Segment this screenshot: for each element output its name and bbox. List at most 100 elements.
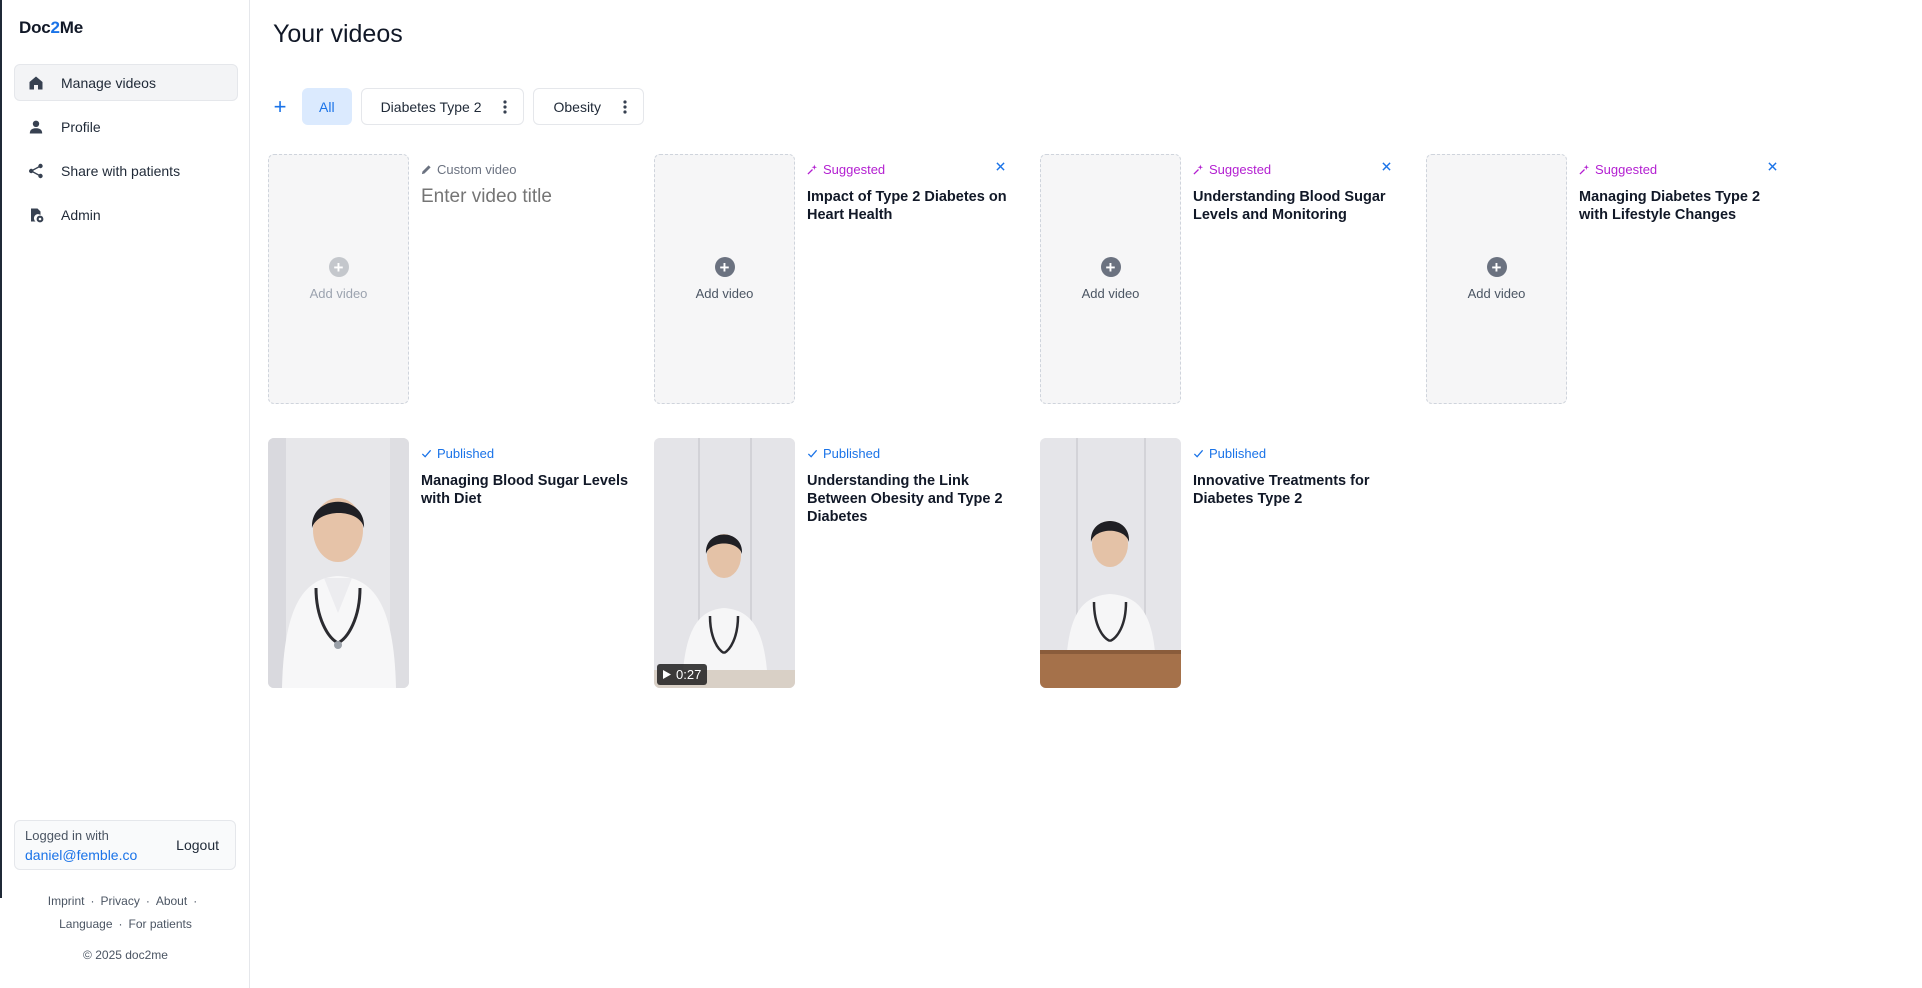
app-logo[interactable]: Doc2Me <box>19 18 83 38</box>
video-title: Managing Blood Sugar Levels with Diet <box>421 473 629 507</box>
status-badge: Published <box>1193 444 1403 462</box>
video-card-suggested: + Add video Suggested Impact of Type 2 D… <box>654 154 1024 404</box>
video-card-suggested: + Add video Suggested Managing Diabetes … <box>1426 154 1796 404</box>
sidebar-item-manage-videos[interactable]: Manage videos <box>14 64 238 101</box>
doctor-at-desk-image <box>1040 438 1181 688</box>
status-badge: Suggested <box>1193 160 1403 178</box>
close-icon[interactable] <box>1764 158 1780 174</box>
add-category-button[interactable]: + <box>266 88 294 125</box>
tab-obesity[interactable]: Obesity <box>533 88 644 125</box>
person-icon <box>27 118 45 136</box>
footer-separator: · <box>145 894 150 908</box>
more-vert-icon[interactable] <box>495 97 515 117</box>
share-icon <box>27 162 45 180</box>
add-video-button[interactable]: + Add video <box>268 154 409 404</box>
add-video-button[interactable]: + Add video <box>1426 154 1567 404</box>
more-vert-icon[interactable] <box>615 97 635 117</box>
add-circle-icon: + <box>328 257 349 277</box>
add-video-button[interactable]: + Add video <box>1040 154 1181 404</box>
add-circle-icon: + <box>1486 257 1507 277</box>
card-meta: Suggested Impact of Type 2 Diabetes on H… <box>807 160 1017 224</box>
video-title: Innovative Treatments for Diabetes Type … <box>1193 473 1370 507</box>
sparkle-wand-icon <box>1579 163 1590 175</box>
video-title: Understanding the Link Between Obesity a… <box>807 473 1003 525</box>
status-label: Published <box>437 445 495 461</box>
status-label: Custom video <box>437 161 517 177</box>
sidebar-nav: Manage videos Profile Share with patient… <box>14 64 238 240</box>
add-circle-icon: + <box>1100 257 1121 277</box>
footer-separator: · <box>193 894 198 908</box>
video-title-input[interactable] <box>421 186 621 208</box>
status-badge: Suggested <box>807 160 1017 178</box>
video-title: Understanding Blood Sugar Levels and Mon… <box>1193 189 1386 223</box>
video-thumbnail[interactable] <box>1040 438 1181 688</box>
status-label: Suggested <box>823 161 886 177</box>
close-icon[interactable] <box>992 158 1008 174</box>
check-icon <box>421 448 432 459</box>
video-card-published: Published Managing Blood Sugar Levels wi… <box>268 438 638 688</box>
doctor-portrait-image <box>268 438 409 688</box>
home-icon <box>27 74 45 92</box>
tab-all[interactable]: All <box>302 88 352 125</box>
status-badge: Suggested <box>1579 160 1789 178</box>
sidebar-item-share-with-patients[interactable]: Share with patients <box>14 152 238 189</box>
card-meta: Suggested Managing Diabetes Type 2 with … <box>1579 160 1789 224</box>
page-title: Your videos <box>273 20 403 48</box>
card-meta: Published Innovative Treatments for Diab… <box>1193 444 1403 508</box>
sidebar-item-label: Profile <box>61 118 101 135</box>
tab-diabetes-type-2[interactable]: Diabetes Type 2 <box>360 88 525 125</box>
add-video-label: Add video <box>309 286 368 301</box>
status-badge: Published <box>807 444 1017 462</box>
duration-label: 0:27 <box>676 667 702 682</box>
logout-button[interactable]: Logout <box>176 837 219 853</box>
sidebar-item-admin[interactable]: Admin <box>14 196 238 233</box>
footer-link-imprint[interactable]: Imprint <box>48 894 85 908</box>
video-card-suggested: + Add video Suggested Understanding Bloo… <box>1040 154 1410 404</box>
sidebar-item-label: Manage videos <box>61 74 156 91</box>
card-meta: Published Understanding the Link Between… <box>807 444 1017 526</box>
video-thumbnail[interactable] <box>268 438 409 688</box>
footer-link-for-patients[interactable]: For patients <box>129 917 192 931</box>
category-tabs: + All Diabetes Type 2 Obesity <box>266 88 653 125</box>
close-icon[interactable] <box>1378 158 1394 174</box>
status-label: Suggested <box>1209 161 1272 177</box>
sidebar-footer: Imprint · Privacy · About · Language · For pati… <box>2 890 249 936</box>
check-icon <box>1193 448 1204 459</box>
footer-separator: · <box>90 894 95 908</box>
play-icon <box>663 670 671 679</box>
add-circle-icon: + <box>714 257 735 277</box>
status-badge: Published <box>421 444 631 462</box>
video-title: Managing Diabetes Type 2 with Lifestyle … <box>1579 189 1761 223</box>
doctor-seated-image <box>654 438 795 688</box>
status-label: Published <box>823 445 881 461</box>
video-thumbnail[interactable]: 0:27 <box>654 438 795 688</box>
sidebar: Doc2Me Manage videos Profile Share with … <box>2 0 250 988</box>
footer-link-privacy[interactable]: Privacy <box>100 894 139 908</box>
card-meta: Published Managing Blood Sugar Levels wi… <box>421 444 631 508</box>
login-info: Logged in with daniel@femble.co Logout <box>14 820 236 870</box>
sparkle-wand-icon <box>807 163 818 175</box>
card-meta: Custom video <box>421 160 631 208</box>
sidebar-item-profile[interactable]: Profile <box>14 108 238 145</box>
tab-label: Obesity <box>553 98 601 115</box>
video-card-custom: + Add video Custom video <box>268 154 638 404</box>
card-meta: Suggested Understanding Blood Sugar Leve… <box>1193 160 1403 224</box>
status-label: Suggested <box>1595 161 1658 177</box>
sidebar-item-label: Share with patients <box>61 162 181 179</box>
video-card-published: Published Innovative Treatments for Diab… <box>1040 438 1410 688</box>
sidebar-item-label: Admin <box>61 206 101 223</box>
sparkle-wand-icon <box>1193 163 1204 175</box>
video-duration-badge: 0:27 <box>657 664 708 685</box>
video-card-published: 0:27 Published Understanding the Link Be… <box>654 438 1024 688</box>
login-caption: Logged in with <box>25 828 109 843</box>
check-icon <box>807 448 818 459</box>
add-video-label: Add video <box>695 286 754 301</box>
pencil-icon <box>421 164 432 175</box>
footer-link-language[interactable]: Language <box>59 917 112 931</box>
status-label: Published <box>1209 445 1267 461</box>
status-badge: Custom video <box>421 160 631 178</box>
login-email[interactable]: daniel@femble.co <box>25 847 137 863</box>
tab-label: Diabetes Type 2 <box>380 98 482 115</box>
add-video-button[interactable]: + Add video <box>654 154 795 404</box>
footer-link-about[interactable]: About <box>156 894 187 908</box>
